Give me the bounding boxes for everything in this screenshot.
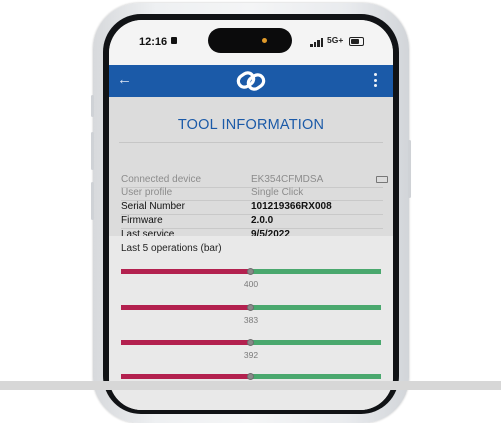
phone-volume-up-button <box>91 132 94 170</box>
arrow-left-icon[interactable]: ← <box>117 72 132 87</box>
info-row-firmware: Firmware 2.0.0 <box>121 214 383 229</box>
network-type: 5G+ <box>327 35 344 45</box>
phone-screen: 12:16 5G+ ← TOOL INFORMATION Connected d… <box>109 20 393 410</box>
ok-range-segment <box>250 340 381 345</box>
pressure-marker-icon <box>247 373 254 380</box>
phone-action-button <box>91 95 94 117</box>
low-range-segment <box>121 305 250 310</box>
info-value: EK354CFMDSA <box>251 174 324 185</box>
info-row-serial-number: Serial Number 101219366RX008 <box>121 200 383 215</box>
info-value: 2.0.0 <box>251 215 274 226</box>
low-range-segment <box>121 340 250 345</box>
info-label: Firmware <box>121 215 163 226</box>
more-vert-icon[interactable] <box>374 73 378 89</box>
status-bar: 12:16 5G+ <box>109 20 393 65</box>
info-label: Serial Number <box>121 201 185 212</box>
info-value: 101219366RX008 <box>251 201 332 212</box>
device-badge-icon <box>376 176 388 183</box>
signal-icon <box>310 38 324 47</box>
pressure-marker-icon <box>247 304 254 311</box>
info-label: User profile <box>121 187 173 198</box>
operation-value: 400 <box>243 279 259 289</box>
operation-value: 383 <box>243 315 259 325</box>
battery-icon <box>349 37 364 46</box>
low-range-segment <box>121 374 250 379</box>
operation-value: 392 <box>243 350 259 360</box>
phone-volume-down-button <box>91 182 94 220</box>
operation-bar: 383 <box>121 304 381 329</box>
low-range-segment <box>121 269 250 274</box>
app-bar: ← <box>109 65 393 97</box>
operations-title: Last 5 operations (bar) <box>121 243 222 254</box>
ok-range-segment <box>250 269 381 274</box>
status-time: 12:16 <box>139 36 168 48</box>
divider <box>119 142 383 143</box>
info-value: Single Click <box>251 187 304 198</box>
link-logo-icon <box>236 71 266 91</box>
ok-range-segment <box>250 305 381 310</box>
tool-info-content: TOOL INFORMATION Connected device EK354C… <box>109 97 393 410</box>
lock-icon <box>171 37 177 44</box>
camera-indicator-icon <box>262 38 267 43</box>
pressure-marker-icon <box>247 339 254 346</box>
info-label: Connected device <box>121 174 202 185</box>
pressure-marker-icon <box>247 268 254 275</box>
operation-bar: 392 <box>121 339 381 364</box>
dynamic-island <box>208 28 292 53</box>
info-row-user-profile: User profile Single Click <box>121 186 383 201</box>
operation-bar: 400 <box>121 268 381 293</box>
bottom-panel-edge <box>0 381 501 390</box>
page-title: TOOL INFORMATION <box>177 117 325 133</box>
ok-range-segment <box>250 374 381 379</box>
phone-power-button <box>408 140 411 198</box>
